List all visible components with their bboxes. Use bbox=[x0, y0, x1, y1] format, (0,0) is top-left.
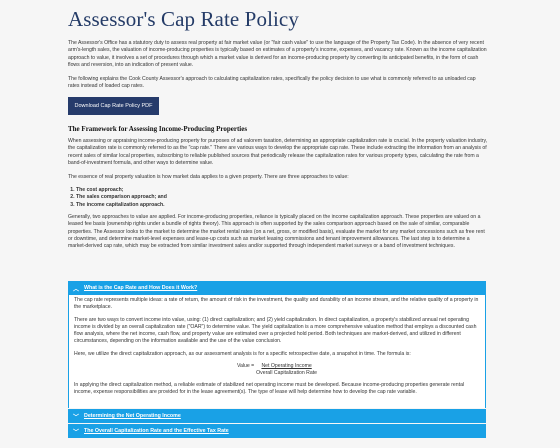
list-item: The income capitalization approach. bbox=[76, 202, 167, 209]
value-formula: Value = Net Operating Income Overall Cap… bbox=[74, 363, 480, 377]
accordion-title: What is the Cap Rate and How Does it Wor… bbox=[84, 285, 198, 291]
cap-rate-paragraph-3: Here, we utilize the direct capitalizati… bbox=[74, 350, 411, 357]
formula-fraction: Net Operating Income Overall Capitalizat… bbox=[256, 363, 317, 377]
accordion-header-cap-rate[interactable]: ︿ What is the Cap Rate and How Does it W… bbox=[68, 281, 486, 295]
accordion-header-oar-tax-rate[interactable]: ﹀ The Overall Capitalization Rate and th… bbox=[68, 424, 486, 438]
cap-rate-paragraph-1: The cap rate represents multiple ideas: … bbox=[74, 297, 479, 311]
framework-paragraph-2: The essence of real property valuation i… bbox=[68, 174, 349, 180]
formula-lhs: Value = bbox=[236, 363, 255, 370]
framework-paragraph-1: When assessing or appraising income-prod… bbox=[68, 138, 488, 166]
intro-paragraph-2: The following explains the Cook County A… bbox=[68, 76, 476, 90]
approaches-list: The cost approach; The sales comparison … bbox=[68, 187, 167, 209]
chevron-down-icon: ﹀ bbox=[72, 414, 79, 421]
download-pdf-button[interactable]: Download Cap Rate Policy PDF bbox=[68, 97, 159, 115]
intro-paragraph-1: The Assessor's Office has a statutory du… bbox=[68, 40, 487, 68]
list-item: The cost approach; bbox=[76, 187, 167, 194]
faq-accordion: ︿ What is the Cap Rate and How Does it W… bbox=[68, 281, 486, 438]
accordion-panel-cap-rate: The cap rate represents multiple ideas: … bbox=[68, 295, 486, 408]
formula-numerator: Net Operating Income bbox=[261, 363, 312, 370]
chevron-up-icon: ︿ bbox=[72, 286, 79, 293]
framework-paragraph-3: Generally, two approaches to value are a… bbox=[68, 214, 485, 250]
accordion-header-noi[interactable]: ﹀ Determining the Net Operating Income bbox=[68, 409, 486, 423]
accordion-title: The Overall Capitalization Rate and the … bbox=[84, 428, 229, 434]
cap-rate-paragraph-2: There are two ways to convert income int… bbox=[74, 316, 477, 345]
formula-denominator: Overall Capitalization Rate bbox=[256, 370, 318, 377]
list-item: The sales comparison approach; and bbox=[76, 194, 167, 201]
main-content: Assessor's Cap Rate Policy The Assessor'… bbox=[68, 0, 488, 249]
framework-heading: The Framework for Assessing Income-Produ… bbox=[68, 125, 248, 133]
chevron-down-icon: ﹀ bbox=[72, 429, 79, 436]
page-title: Assessor's Cap Rate Policy bbox=[68, 7, 299, 31]
cap-rate-paragraph-4: In applying the direct capitalization me… bbox=[74, 382, 465, 396]
accordion-title: Determining the Net Operating Income bbox=[84, 413, 181, 419]
